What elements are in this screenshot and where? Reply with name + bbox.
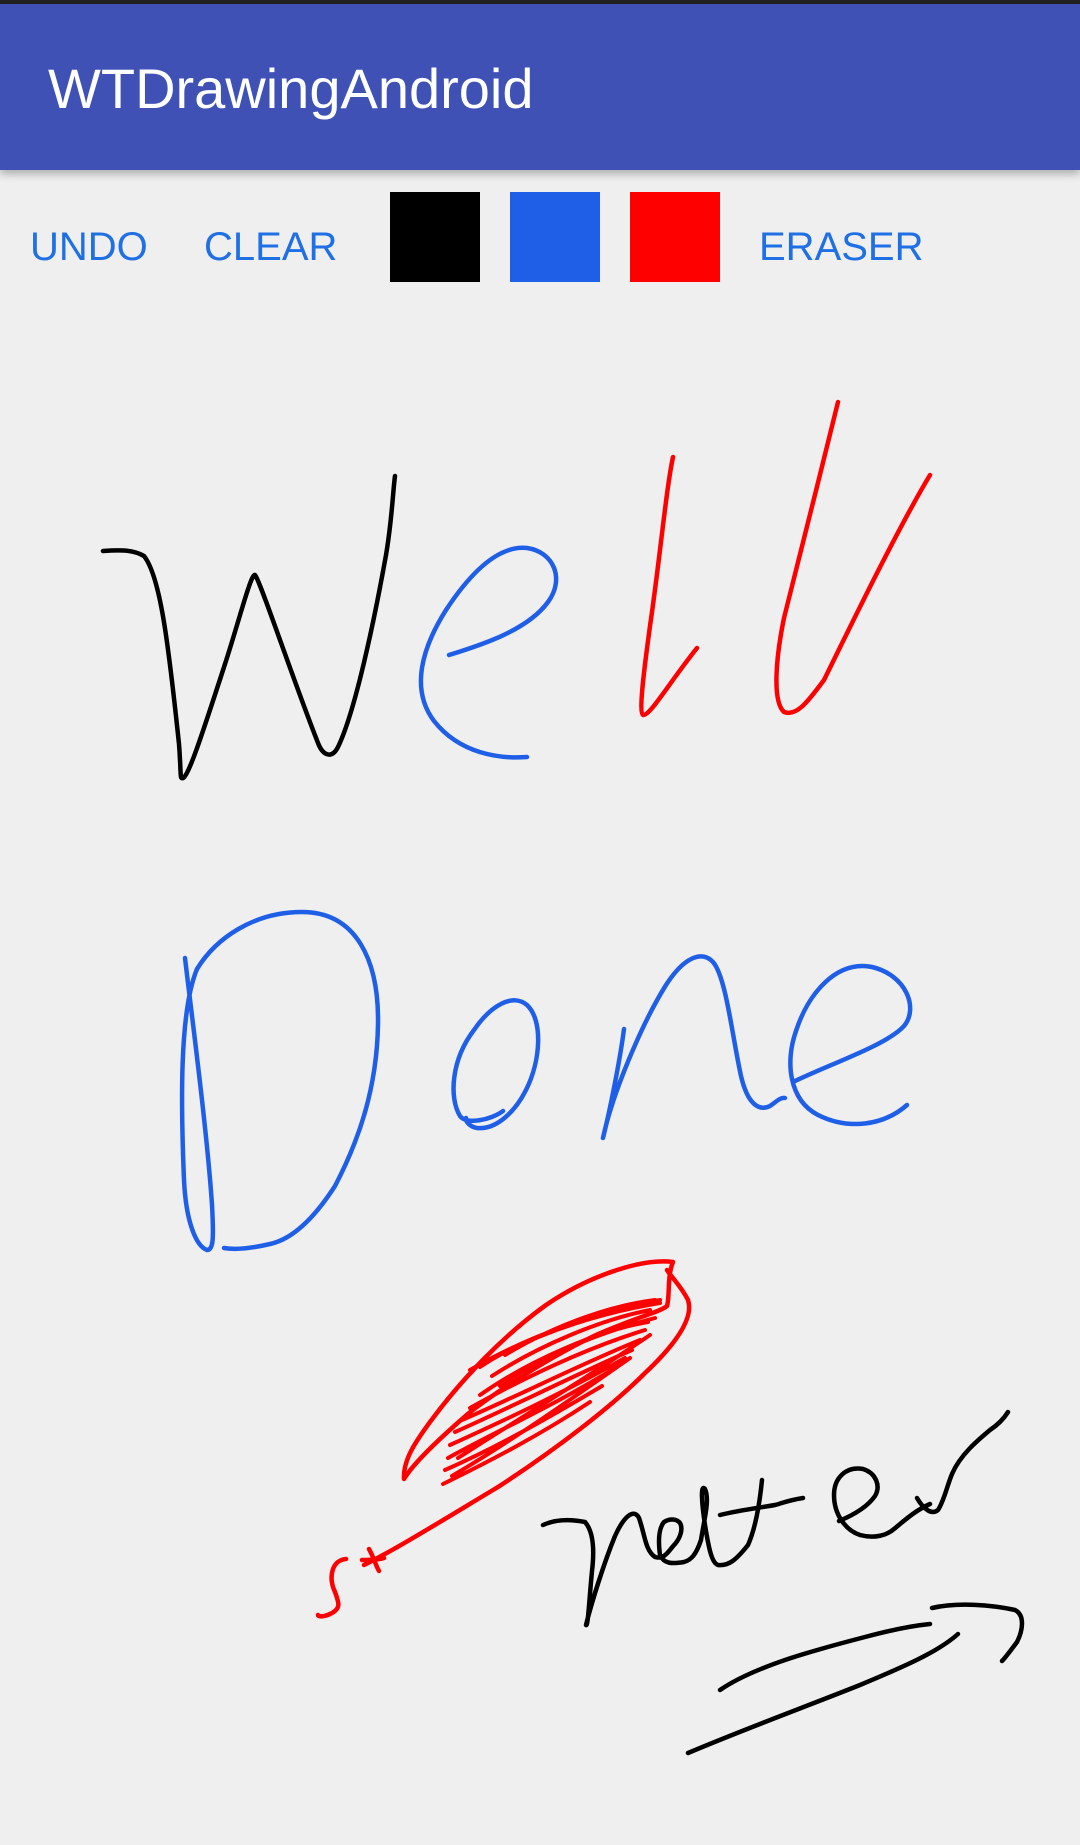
black-stroke-water [540,1409,1011,1628]
blue-stroke-d-bowl [194,909,381,1252]
black-stroke-arrow [685,1602,1025,1756]
app-bar: WTDrawingAndroid [0,4,1080,170]
handwriting-layer [100,399,1025,1756]
clear-button[interactable]: CLEAR [204,212,337,282]
black-color-swatch[interactable] [390,192,480,282]
blue-stroke-o [451,998,541,1131]
red-stroke-l2 [774,399,933,716]
red-color-swatch[interactable] [630,192,720,282]
blue-stroke-n [600,954,788,1141]
drawing-canvas[interactable] [0,300,1080,1845]
black-stroke-w [100,473,398,781]
blue-color-swatch[interactable] [510,192,600,282]
blue-stroke-e [418,545,559,760]
undo-button[interactable]: UNDO [30,212,148,282]
eraser-button[interactable]: ERASER [759,212,924,282]
blue-stroke-d-stem [179,955,216,1253]
red-stroke-l1 [639,454,700,718]
drawing-toolbar: UNDO CLEAR ERASER [0,170,1080,300]
blue-stroke-e2 [788,963,913,1127]
red-stroke-small-mark [315,1546,387,1619]
app-title: WTDrawingAndroid [48,57,534,120]
